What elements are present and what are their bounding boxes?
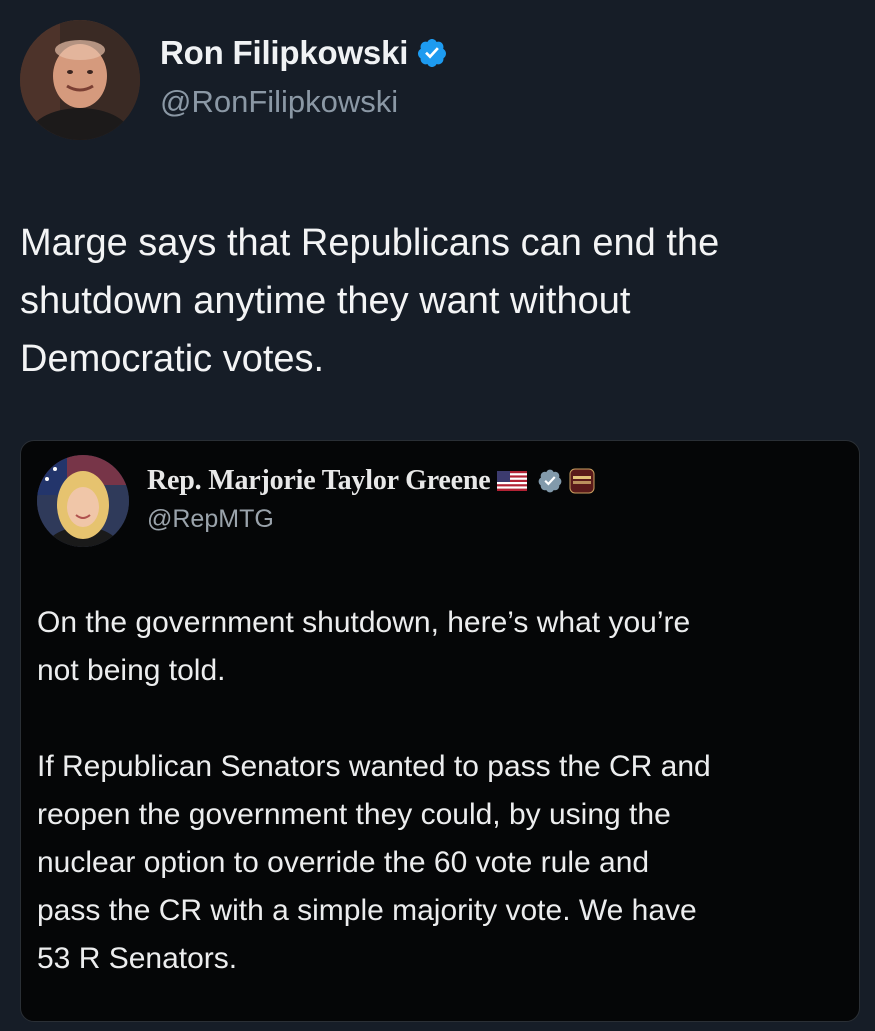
verified-badge-icon (416, 37, 448, 69)
author-name[interactable]: Ron Filipkowski (160, 34, 408, 72)
author-handle[interactable]: @RonFilipkowski (160, 84, 398, 120)
quoted-author-name[interactable]: Rep. Marjorie Taylor Greene (147, 465, 491, 497)
quoted-author-avatar[interactable] (37, 455, 129, 547)
gov-verified-icon (537, 468, 563, 494)
post-text: Marge says that Republicans can end the … (20, 222, 720, 380)
tweet-post: Ron Filipkowski @RonFilipkowski Marge sa… (0, 0, 875, 1022)
quoted-paragraph-1: On the government shutdown, here’s what … (37, 606, 691, 687)
quoted-paragraph-2: If Republican Senators wanted to pass th… (37, 750, 711, 975)
quoted-tweet-text: On the government shutdown, here’s what … (37, 599, 837, 1031)
author-avatar[interactable] (20, 20, 140, 140)
org-badge-icon[interactable] (569, 468, 595, 494)
quoted-tweet[interactable]: Rep. Marjorie Taylor Greene @RepMTG On t… (20, 440, 860, 1022)
author-name-row: Ron Filipkowski (160, 34, 448, 72)
quoted-author-handle[interactable]: @RepMTG (147, 505, 274, 534)
us-flag-icon (496, 471, 527, 491)
quoted-author-name-row: Rep. Marjorie Taylor Greene (147, 465, 595, 497)
